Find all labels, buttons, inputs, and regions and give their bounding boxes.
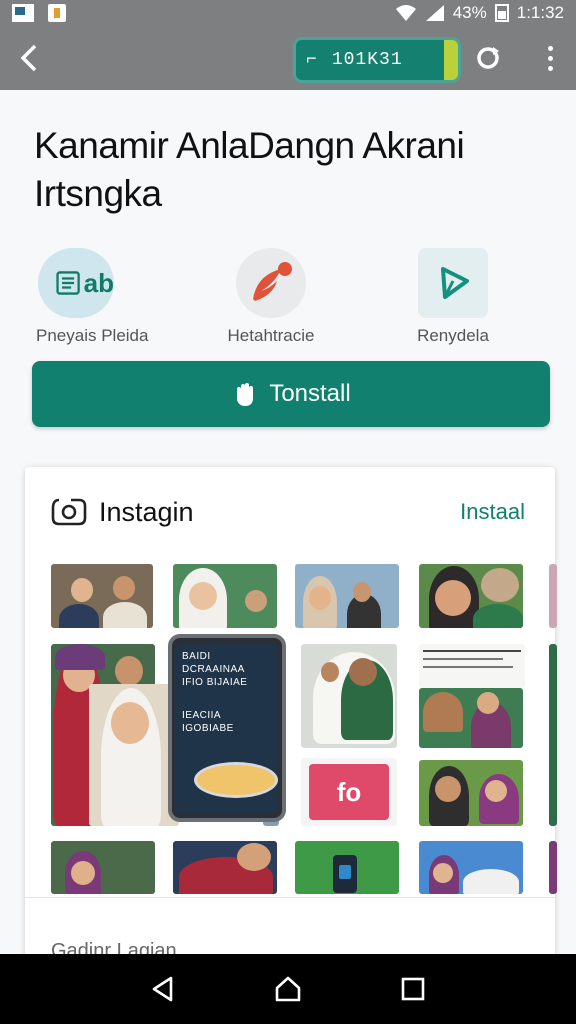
wifi-icon (395, 5, 416, 21)
phone-mockup[interactable]: BAIDI DCRAAINAA IFIO BIJAIAE IEACIIA IGO… (168, 634, 286, 822)
url-text: 101K31 (331, 50, 403, 70)
quick-action-2-label: Hetahtracie (227, 326, 315, 345)
phone-text-line: IEACIIA (182, 710, 222, 721)
photo-tile[interactable] (549, 564, 557, 628)
quick-action-1[interactable]: ab Pneyais Pleida (28, 248, 178, 346)
photo-tile[interactable] (89, 684, 179, 826)
phone-text-line: IFIO BIJAIAE (182, 677, 248, 688)
recents-icon (402, 977, 425, 1001)
quick-action-3[interactable]: Renydela (378, 248, 528, 346)
clock: 1:1:32 (516, 3, 564, 22)
photo-tile[interactable] (295, 564, 399, 628)
phone-text-line: BAIDI DCRAAINAA (182, 651, 245, 675)
quick-action-2[interactable]: Hetahtracie (196, 248, 346, 346)
overflow-menu-icon (547, 45, 553, 71)
photo-tile[interactable] (549, 841, 557, 894)
phone-text-line: IGOBIABE (182, 723, 234, 734)
status-bar: 43% 1:1:32 (0, 0, 576, 26)
battery-percent: 43% (452, 3, 487, 22)
photo-tile[interactable] (419, 841, 523, 894)
install-button-label: Tonstall (269, 380, 351, 407)
food-bowl-image (194, 762, 278, 798)
photo-tile[interactable] (549, 644, 557, 826)
photo-tile[interactable] (295, 841, 399, 894)
refresh-icon (477, 47, 499, 69)
back-button[interactable] (0, 26, 58, 90)
photo-tile[interactable] (419, 688, 523, 748)
quick-action-1-label: Pneyais Pleida (36, 326, 149, 345)
card-header: Instagin Instaal (25, 467, 555, 557)
notification-icons (12, 4, 66, 22)
instagram-icon (51, 498, 87, 526)
back-triangle-icon (152, 976, 172, 1002)
browser-toolbar: ⌐ 101K31 (0, 26, 576, 90)
back-arrow-icon (20, 44, 37, 72)
card-title: Instagin (99, 496, 194, 527)
photo-tile[interactable] (419, 760, 523, 826)
app-title: Kanamir AnlaDangn Akrani Irtsngka (34, 125, 465, 214)
photo-tile[interactable] (51, 564, 153, 628)
photo-tile[interactable]: fo (301, 758, 397, 826)
feather-icon (236, 248, 306, 318)
photo-grid: BAIDI DCRAAINAA IFIO BIJAIAE IEACIIA IGO… (51, 564, 557, 894)
page-content: Kanamir AnlaDangn Akrani Irtsngka ab Pne… (0, 90, 576, 954)
card-install-link[interactable]: Instaal (460, 499, 525, 525)
fo-badge: fo (309, 764, 389, 820)
url-bar-edge (444, 40, 458, 80)
photo-tile[interactable] (173, 841, 277, 894)
nav-home-button[interactable] (266, 967, 310, 1011)
nav-back-button[interactable] (141, 967, 185, 1011)
tablet-icon-text: ab (83, 267, 114, 298)
signal-icon (425, 5, 444, 21)
instagram-card: Instagin Instaal BAIDI DCRAAINAA IFIO BI… (25, 467, 557, 954)
card-footer-label: Gadinr Lagian (51, 940, 177, 954)
nav-recents-button[interactable] (391, 967, 435, 1011)
install-button[interactable]: Tonstall (32, 361, 550, 427)
photo-tile[interactable] (301, 644, 397, 748)
photo-tile[interactable] (51, 841, 155, 894)
gallery-notification-icon (12, 4, 34, 22)
status-indicators: 43% 1:1:32 (395, 3, 564, 23)
quick-actions: ab Pneyais Pleida Hetahtracie Renydela (0, 248, 576, 348)
photo-tile[interactable] (419, 644, 525, 688)
system-nav-bar (0, 954, 576, 1024)
home-icon (275, 976, 301, 1002)
photo-tile[interactable] (419, 564, 523, 628)
quick-action-3-label: Renydela (417, 326, 489, 345)
refresh-button[interactable] (470, 40, 506, 76)
battery-icon (494, 4, 509, 22)
tab-icon: ⌐ (306, 50, 318, 70)
overflow-menu-button[interactable] (532, 40, 568, 76)
hand-icon (237, 383, 254, 406)
photo-tile[interactable] (173, 564, 277, 628)
url-bar[interactable]: ⌐ 101K31 (296, 40, 458, 80)
tablet-icon: ab (38, 248, 114, 318)
phone-text-line (182, 689, 272, 709)
card-footer: Gadinr Lagian (25, 897, 555, 954)
play-icon (418, 248, 488, 318)
app-notification-icon (48, 4, 66, 22)
